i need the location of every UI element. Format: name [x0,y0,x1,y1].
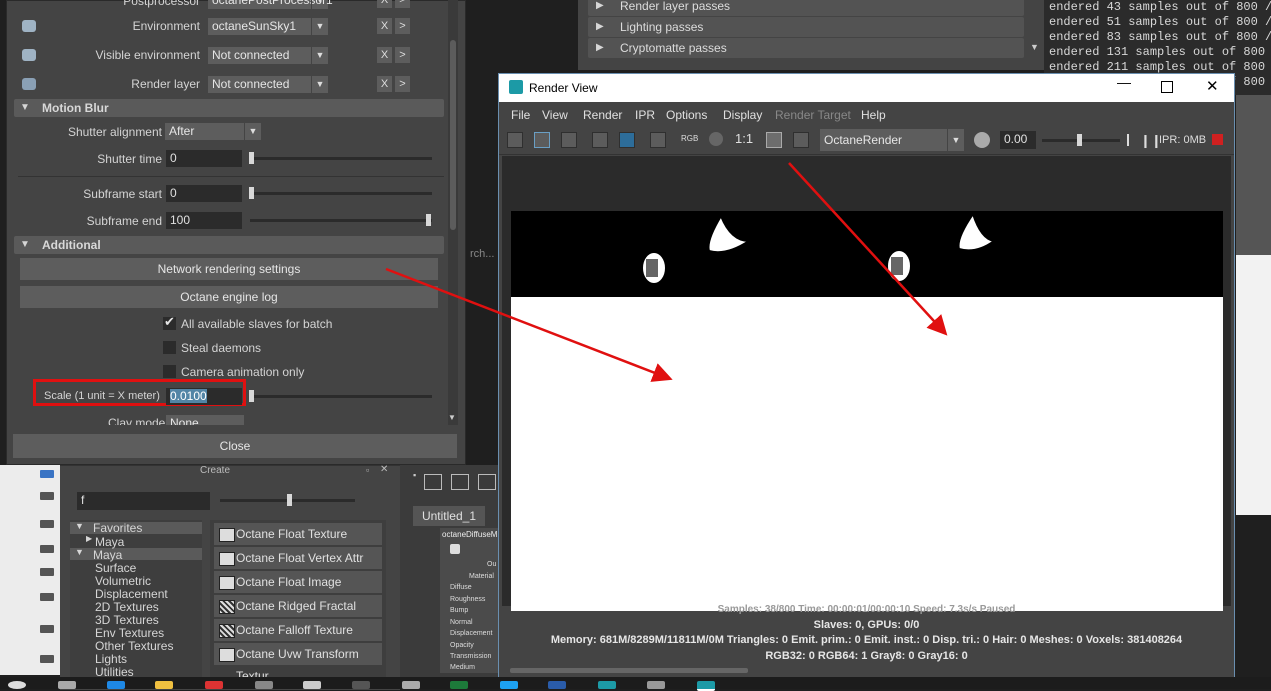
app-icon[interactable] [402,681,420,689]
annotation-arrow-1 [385,267,673,382]
maya-taskbar-icon[interactable] [598,681,616,689]
task-view-icon[interactable] [58,681,76,689]
edge-icon[interactable] [107,681,125,689]
app-icon[interactable] [647,681,665,689]
annotation-arrow-2 [788,162,948,336]
explorer-icon[interactable] [155,681,173,689]
start-icon[interactable] [8,681,26,689]
app-icon[interactable] [352,681,370,689]
app-icon[interactable] [500,681,518,689]
windows-taskbar [0,677,1271,689]
app-icon[interactable] [255,681,273,689]
notepad-icon[interactable] [303,681,321,689]
chrome-icon[interactable] [205,681,223,689]
app-icon[interactable] [548,681,566,689]
maya-active-taskbar-icon[interactable] [697,681,715,691]
annotation-arrows [385,162,948,382]
excel-icon[interactable] [450,681,468,689]
